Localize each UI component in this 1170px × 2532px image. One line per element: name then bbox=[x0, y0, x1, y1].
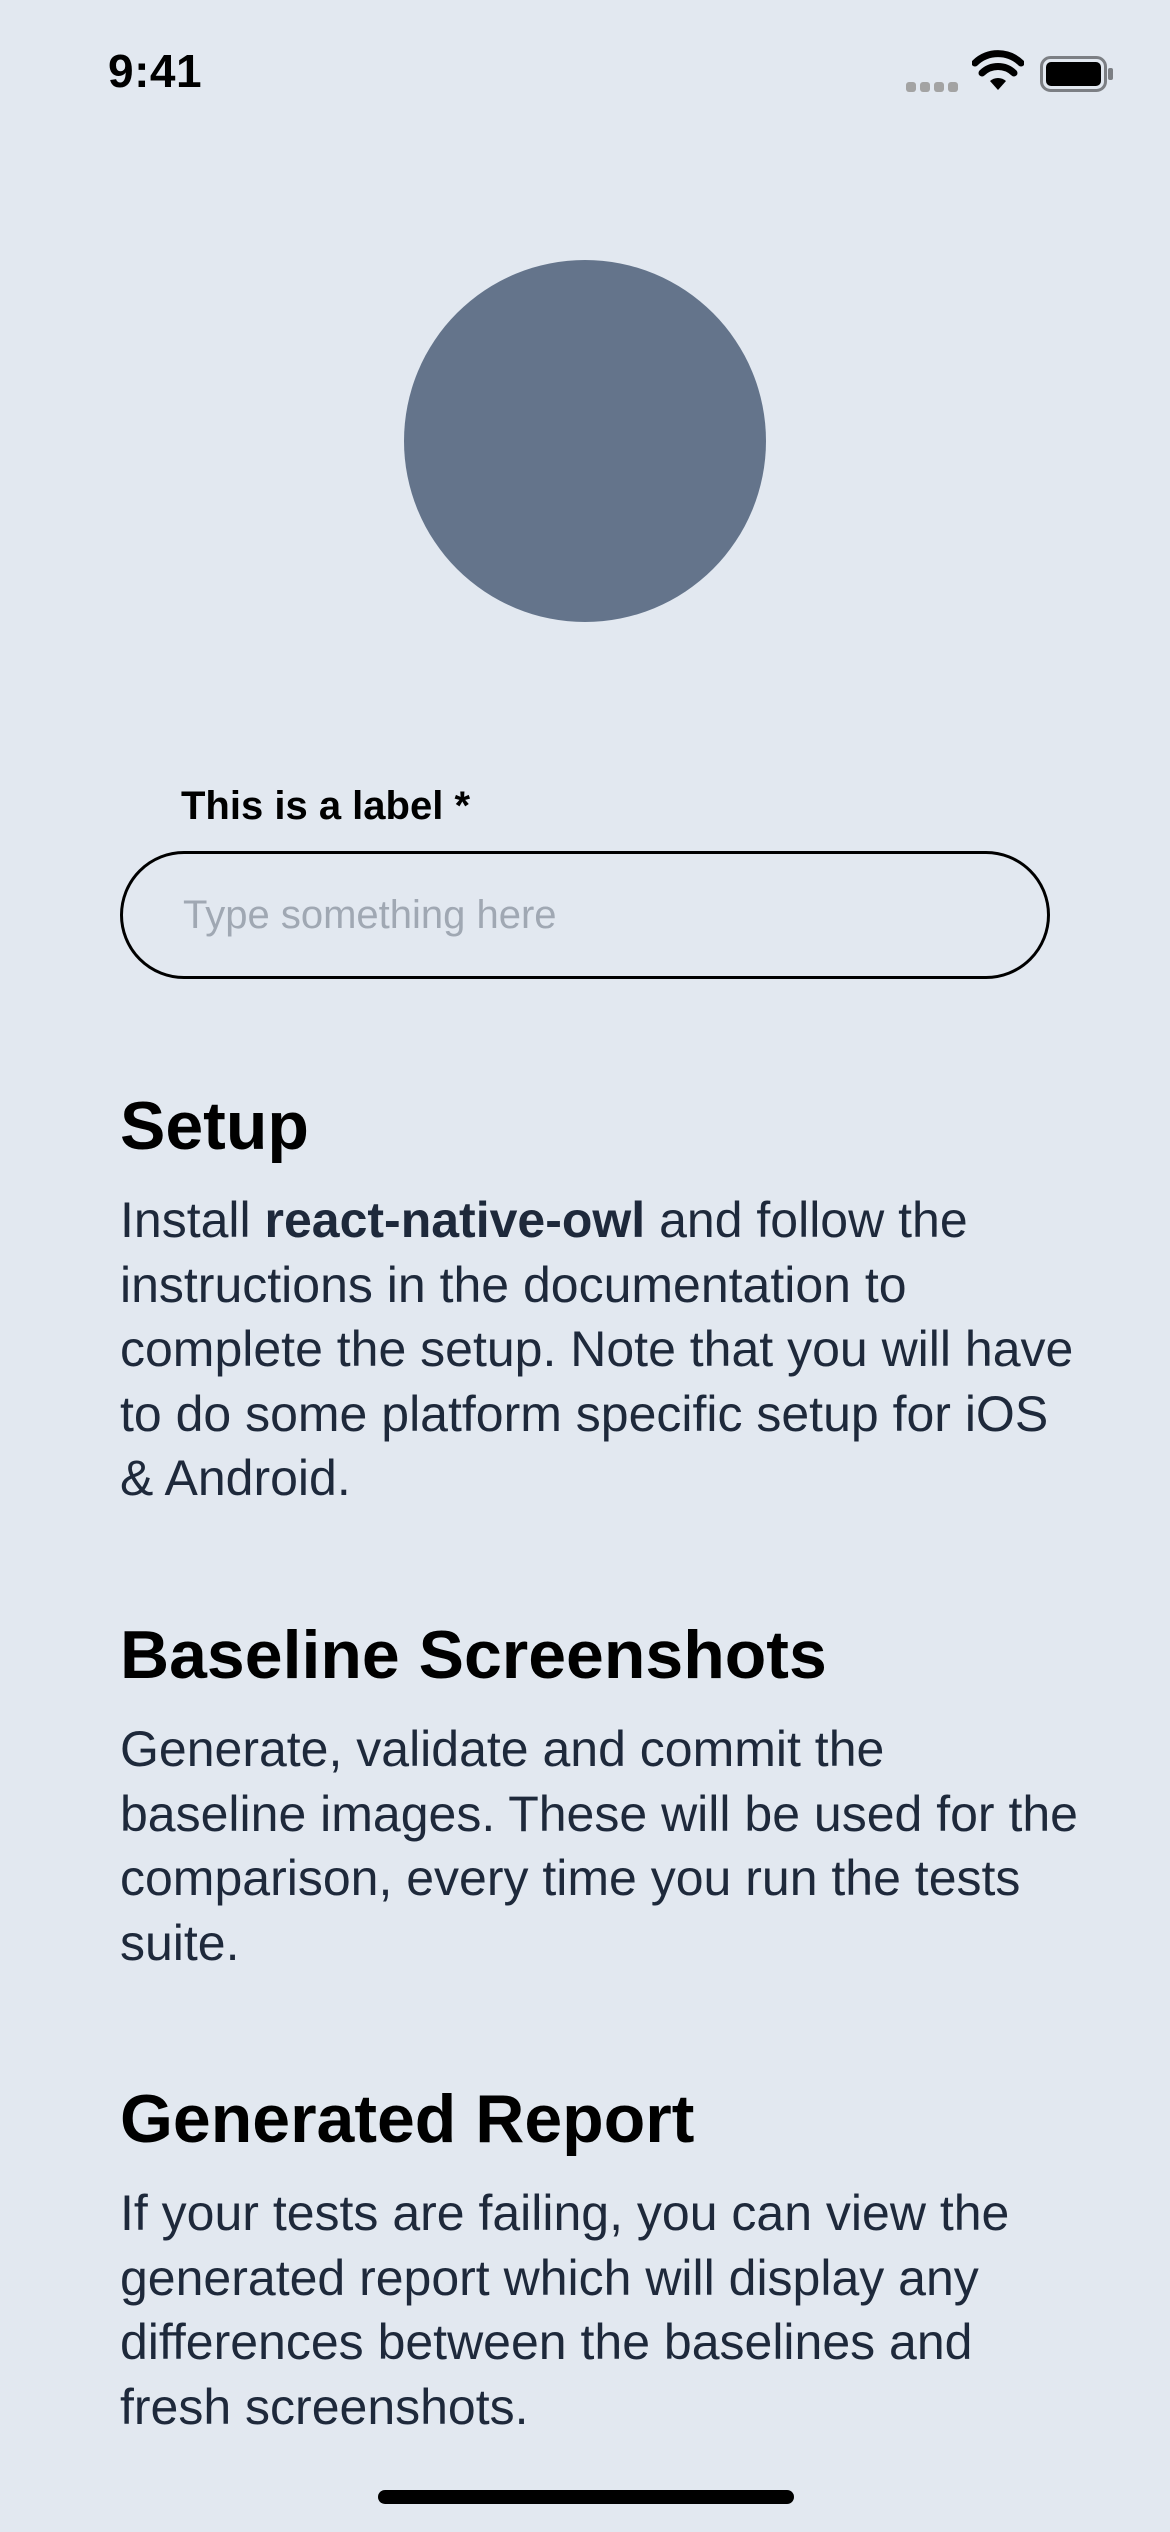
setup-body-prefix: Install bbox=[120, 1192, 265, 1248]
package-name: react-native-owl bbox=[264, 1192, 646, 1248]
avatar bbox=[404, 260, 766, 622]
section-title-report: Generated Report bbox=[120, 2081, 695, 2157]
input-label: This is a label * bbox=[181, 784, 471, 828]
status-time: 9:41 bbox=[108, 45, 203, 97]
section-report: Generated Report If your tests are faili… bbox=[120, 2079, 1080, 2439]
section-title-baseline: Baseline Screenshots bbox=[120, 1617, 827, 1693]
section-body-report: If your tests are failing, you can view … bbox=[120, 2185, 1010, 2435]
section-body-baseline: Generate, validate and commit the baseli… bbox=[120, 1721, 1078, 1971]
section-setup: Setup Install react-native-owl and follo… bbox=[120, 1086, 1080, 1511]
section-body-setup: Install react-native-owl and follow the … bbox=[120, 1188, 1080, 1511]
battery-icon bbox=[1040, 56, 1113, 92]
text-input[interactable] bbox=[120, 851, 1050, 979]
wifi-icon bbox=[972, 50, 1024, 90]
section-title-setup: Setup bbox=[120, 1088, 309, 1164]
status-bar: 9:41 bbox=[0, 0, 1170, 150]
cellular-signal-icon bbox=[906, 82, 958, 94]
section-baseline: Baseline Screenshots Generate, validate … bbox=[120, 1615, 1080, 1975]
home-indicator[interactable] bbox=[378, 2490, 794, 2504]
